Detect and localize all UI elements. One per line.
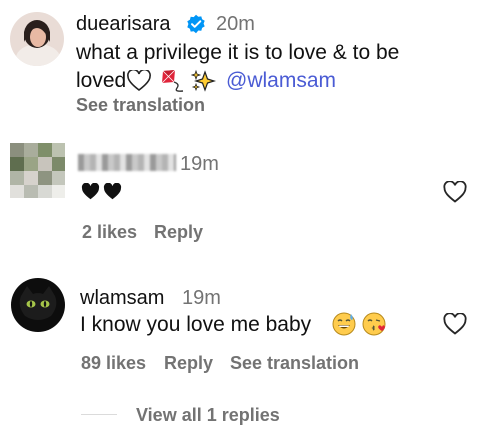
heart-outline-icon <box>443 180 467 203</box>
comment-like-count[interactable]: 89 likes <box>81 353 146 374</box>
black-heart-emoji <box>81 182 100 205</box>
like-comment-button[interactable] <box>443 312 467 340</box>
replies-divider <box>81 414 117 415</box>
sweat-smile-emoji <box>331 311 357 342</box>
see-translation-comment[interactable]: See translation <box>230 353 359 374</box>
mention-link[interactable]: @wlamsam <box>226 69 336 93</box>
caption-avatar[interactable] <box>10 12 64 66</box>
see-translation-caption[interactable]: See translation <box>76 95 205 116</box>
comment-username[interactable]: wlamsam <box>80 287 164 310</box>
verified-badge-icon <box>186 14 206 39</box>
pixelated-avatar <box>10 143 65 198</box>
caption-text-line1: what a privilege it is to love & to be <box>76 41 400 64</box>
like-comment-button[interactable] <box>443 180 467 208</box>
caption-text-line2: loved <box>76 69 127 92</box>
caption-username[interactable]: duearisara <box>76 13 171 36</box>
reply-button[interactable]: Reply <box>154 222 203 243</box>
kite-emoji <box>159 69 187 98</box>
heart-outline-icon <box>443 312 467 335</box>
white-heart-emoji <box>127 68 151 97</box>
kissing-heart-emoji <box>361 311 387 342</box>
view-replies-button[interactable]: View all 1 replies <box>136 405 280 426</box>
comment-text: I know you love me baby <box>80 313 312 336</box>
comment-avatar-wlamsam[interactable] <box>11 278 65 332</box>
profile-photo <box>10 12 64 66</box>
comment-like-count[interactable]: 2 likes <box>82 222 137 243</box>
caption-timestamp: 20m <box>216 13 255 35</box>
comment-avatar-blurred[interactable] <box>10 143 65 198</box>
comment-username-redacted[interactable] <box>78 154 176 171</box>
reply-button[interactable]: Reply <box>164 353 213 374</box>
black-heart-emoji <box>103 182 122 205</box>
sparkles-emoji <box>190 69 217 98</box>
comment-timestamp: 19m <box>182 287 221 309</box>
comment-timestamp: 19m <box>180 153 219 175</box>
black-cat-photo <box>11 278 65 332</box>
